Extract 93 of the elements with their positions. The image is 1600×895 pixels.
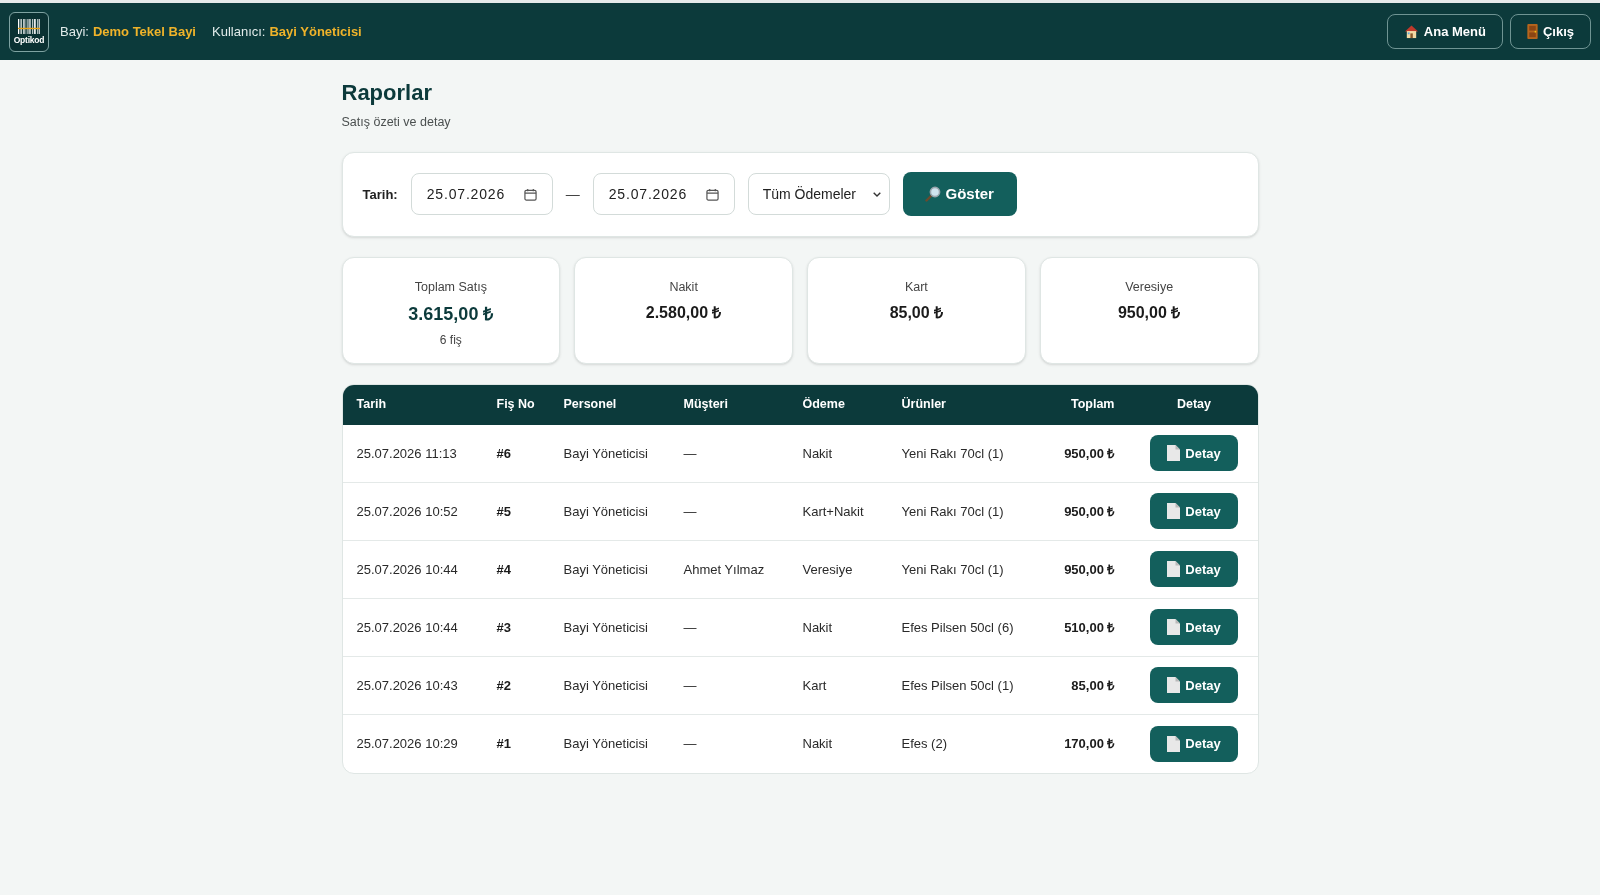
table-cell-text: Yeni Rakı 70cl (1) bbox=[901, 560, 1004, 579]
table-cell-text: Nakit bbox=[802, 618, 833, 637]
document-icon bbox=[1167, 619, 1181, 636]
summary-label: Nakit bbox=[669, 278, 698, 296]
column-header: Fiş No bbox=[496, 396, 535, 414]
table-cell-text: 25.07.2026 10:29 bbox=[356, 735, 458, 753]
house-icon bbox=[1403, 24, 1419, 39]
column-header: Toplam bbox=[1070, 396, 1115, 414]
summary-label: Veresiye bbox=[1125, 278, 1174, 296]
date-label: Tarih: bbox=[362, 185, 398, 204]
table-cell-text: 85,00 ₺ bbox=[1071, 676, 1115, 695]
table-cell-text: Efes Pilsen 50cl (1) bbox=[901, 676, 1014, 695]
table-cell-text: Bayi Yöneticisi bbox=[563, 735, 648, 753]
table-cell-text: Veresiye bbox=[802, 560, 853, 579]
payment-select[interactable]: Tüm Ödemeler bbox=[747, 173, 890, 216]
table-cell-text: Nakit bbox=[802, 735, 833, 753]
table-cell-text: #4 bbox=[496, 560, 511, 579]
user-label: Kullanıcı: bbox=[212, 22, 266, 41]
table-cell-text: Efes (2) bbox=[901, 735, 947, 753]
date-range-separator: — bbox=[565, 184, 580, 204]
table-cell-text: — bbox=[683, 735, 697, 753]
dealer-label: Bayi: bbox=[60, 22, 89, 41]
table-cell-text: — bbox=[683, 502, 697, 521]
table-cell-text: #2 bbox=[496, 676, 511, 695]
column-header: Müşteri bbox=[683, 396, 728, 414]
table-cell-text: — bbox=[683, 618, 697, 637]
document-icon bbox=[1167, 735, 1181, 752]
detail-button[interactable]: Detay bbox=[1150, 551, 1238, 588]
table-cell-text: 950,00 ₺ bbox=[1064, 560, 1115, 579]
logo-text: Optikod bbox=[13, 35, 45, 45]
detail-button[interactable]: Detay bbox=[1150, 435, 1238, 472]
table-cell-text: Bayi Yöneticisi bbox=[563, 676, 648, 695]
summary-value: 85,00 ₺ bbox=[889, 302, 944, 323]
calendar-icon bbox=[705, 187, 719, 201]
table-cell-text: Ahmet Yılmaz bbox=[683, 560, 765, 579]
table-cell-text: #3 bbox=[496, 618, 511, 637]
detail-button[interactable]: Detay bbox=[1150, 493, 1238, 530]
user-name: Bayi Yöneticisi bbox=[269, 22, 362, 41]
table-cell-text: 25.07.2026 10:44 bbox=[356, 618, 458, 637]
detail-button[interactable]: Detay bbox=[1150, 609, 1238, 646]
table-cell-text: — bbox=[683, 444, 697, 463]
table-cell-text: Kart bbox=[802, 676, 827, 695]
column-header: Tarih bbox=[356, 396, 387, 414]
summary-note: 6 fiş bbox=[439, 331, 462, 349]
summary-value: 2.580,00 ₺ bbox=[645, 302, 722, 323]
table-cell-text: 170,00 ₺ bbox=[1064, 735, 1115, 753]
barcode-icon bbox=[18, 18, 40, 34]
summary-value: 950,00 ₺ bbox=[1117, 302, 1181, 323]
table-cell-text: 25.07.2026 10:43 bbox=[356, 676, 458, 695]
column-header: Detay bbox=[1176, 396, 1211, 414]
page-subtitle: Satış özeti ve detay bbox=[341, 114, 452, 131]
document-icon bbox=[1167, 503, 1181, 520]
table-cell-text: 950,00 ₺ bbox=[1064, 444, 1115, 463]
detail-button[interactable]: Detay bbox=[1150, 667, 1238, 704]
table-cell-text: 25.07.2026 10:52 bbox=[356, 502, 458, 521]
calendar-icon bbox=[523, 187, 537, 201]
table-cell-text: — bbox=[683, 676, 697, 695]
summary-value: 3.615,00 ₺ bbox=[408, 302, 494, 326]
document-icon bbox=[1167, 677, 1181, 694]
table-cell-text: 950,00 ₺ bbox=[1064, 502, 1115, 521]
column-header: Personel bbox=[563, 396, 617, 414]
table-cell-text: 25.07.2026 10:44 bbox=[356, 560, 458, 579]
page-title: Raporlar bbox=[341, 79, 433, 107]
table-cell-text: Yeni Rakı 70cl (1) bbox=[901, 444, 1004, 463]
table-cell-text: Bayi Yöneticisi bbox=[563, 560, 648, 579]
logout-button[interactable]: Çıkış bbox=[1509, 14, 1591, 49]
document-icon bbox=[1167, 445, 1181, 462]
table-cell-text: 510,00 ₺ bbox=[1064, 618, 1115, 637]
table-cell-text: Bayi Yöneticisi bbox=[563, 444, 648, 463]
detail-button[interactable]: Detay bbox=[1150, 725, 1238, 762]
document-icon bbox=[1167, 561, 1181, 578]
table-cell-text: Kart+Nakit bbox=[802, 502, 864, 521]
date-field[interactable]: 25.07.2026 bbox=[592, 173, 735, 216]
table-cell-text: Bayi Yöneticisi bbox=[563, 618, 648, 637]
table-cell-text: Efes Pilsen 50cl (6) bbox=[901, 618, 1014, 637]
table-cell-text: 25.07.2026 11:13 bbox=[356, 444, 457, 463]
show-button[interactable]: Göster bbox=[902, 172, 1017, 217]
summary-label: Kart bbox=[904, 278, 928, 296]
table-cell-text: #5 bbox=[496, 502, 511, 521]
main-menu-button[interactable]: Ana Menü bbox=[1386, 14, 1503, 49]
column-header: Ürünler bbox=[901, 396, 946, 414]
magnifier-icon bbox=[925, 186, 942, 203]
table-cell-text: #1 bbox=[496, 735, 511, 753]
table-cell-text: Yeni Rakı 70cl (1) bbox=[901, 502, 1004, 521]
table-cell-text: Nakit bbox=[802, 444, 833, 463]
column-header: Ödeme bbox=[802, 396, 845, 414]
dealer-name: Demo Tekel Bayi bbox=[92, 22, 196, 41]
date-field[interactable]: 25.07.2026 bbox=[410, 173, 553, 216]
chevron-down-icon bbox=[872, 191, 881, 197]
table-cell-text: Bayi Yöneticisi bbox=[563, 502, 648, 521]
summary-label: Toplam Satış bbox=[414, 278, 487, 296]
table-cell-text: #6 bbox=[496, 444, 511, 463]
door-icon bbox=[1526, 24, 1538, 39]
